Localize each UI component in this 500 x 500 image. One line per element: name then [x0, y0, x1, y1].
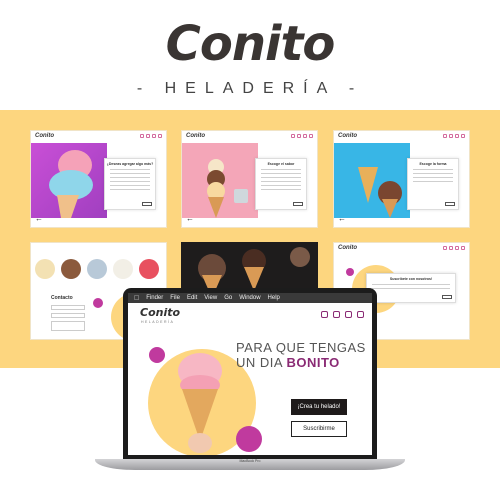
site-nav-icons — [321, 311, 364, 318]
card-nav-icons — [140, 134, 162, 138]
hero-headline-line1: PARA QUE TENGAS — [236, 340, 366, 355]
menu-item-go[interactable]: Go — [224, 295, 232, 301]
laptop-base: MacBook Pro — [95, 459, 405, 470]
contact-field — [51, 305, 85, 310]
shape-panel: Escoge la forma — [407, 158, 459, 210]
laptop-screen:  Finder File Edit View Go Window Help C… — [123, 288, 377, 460]
heart-icon[interactable] — [321, 311, 328, 318]
hero-headline-emphasis: BONITO — [286, 355, 340, 370]
screen-card-flavor: Conito Escoge el sabor ← — [181, 130, 318, 228]
site-logo[interactable]: Conito — [140, 306, 180, 319]
panel-next-button — [142, 202, 152, 206]
hero-dot-bottom — [236, 426, 262, 452]
subscribe-title: Suscríbete con nosotros! — [389, 277, 433, 281]
brand-subtitle: - HELADERÍA - — [136, 80, 364, 97]
extras-title: ¿Deseas agregar algo más? — [106, 162, 154, 166]
apple-icon[interactable]:  — [134, 295, 139, 302]
menu-item-finder[interactable]: Finder — [146, 295, 163, 301]
ice-cream-photo — [334, 143, 410, 218]
cart-icon[interactable] — [345, 311, 352, 318]
panel-next-button — [445, 202, 455, 206]
ice-cream-photo — [182, 143, 258, 218]
brand-logo: Conito — [165, 16, 336, 72]
card-nav-icons — [443, 246, 465, 250]
menu-item-help[interactable]: Help — [268, 295, 280, 301]
hero-headline-line2: UN DIA BONITO — [236, 355, 340, 370]
hero-ice-cream-photo — [178, 353, 222, 453]
card-logo: Conito — [35, 133, 54, 139]
subscribe-panel: Suscríbete con nosotros! — [366, 273, 456, 303]
screen-card-shape: Conito Escoge la forma ← — [333, 130, 470, 228]
back-arrow-icon: ← — [186, 214, 194, 223]
ice-cream-photo — [31, 143, 107, 218]
laptop-model-label: MacBook Pro — [239, 459, 261, 463]
ice-cream-row-photo — [35, 259, 159, 279]
subscribe-button[interactable]: Suscribirme — [291, 421, 347, 437]
menu-item-file[interactable]: File — [170, 295, 180, 301]
contact-title: Contacto — [51, 295, 73, 301]
card-logo: Conito — [186, 133, 205, 139]
laptop-display:  Finder File Edit View Go Window Help C… — [128, 293, 372, 455]
panel-submit-button — [442, 295, 452, 299]
card-logo: Conito — [338, 245, 357, 251]
hero-headline-prefix: UN DIA — [236, 355, 283, 370]
create-ice-cream-button[interactable]: ¡Crea tu helado! — [291, 399, 347, 415]
flavor-panel: Escoge el sabor — [255, 158, 307, 210]
shape-title: Escoge la forma — [419, 162, 447, 166]
menu-item-edit[interactable]: Edit — [187, 295, 197, 301]
back-arrow-icon: ← — [338, 214, 346, 223]
card-logo: Conito — [338, 133, 357, 139]
screen-card-extras: Conito ¿Deseas agregar algo más? ← — [30, 130, 167, 228]
menu-item-view[interactable]: View — [204, 295, 217, 301]
panel-next-button — [293, 202, 303, 206]
extras-panel: ¿Deseas agregar algo más? — [104, 158, 156, 210]
card-nav-icons — [443, 134, 465, 138]
decor-dot — [346, 268, 354, 276]
contact-field — [51, 313, 85, 318]
card-nav-icons — [291, 134, 313, 138]
hero-dot-top — [149, 347, 165, 363]
back-arrow-icon: ← — [35, 214, 43, 223]
contact-message-field — [51, 321, 85, 331]
menu-icon[interactable] — [333, 311, 340, 318]
brand-header: Conito - HELADERÍA - — [0, 18, 500, 98]
decor-dot — [93, 298, 103, 308]
menu-item-window[interactable]: Window — [239, 295, 260, 301]
menu-bar:  Finder File Edit View Go Window Help — [128, 293, 372, 303]
flavor-title: Escoge el sabor — [267, 162, 295, 166]
site-logo-subtitle: HELADERÍA — [141, 320, 175, 324]
user-icon[interactable] — [357, 311, 364, 318]
